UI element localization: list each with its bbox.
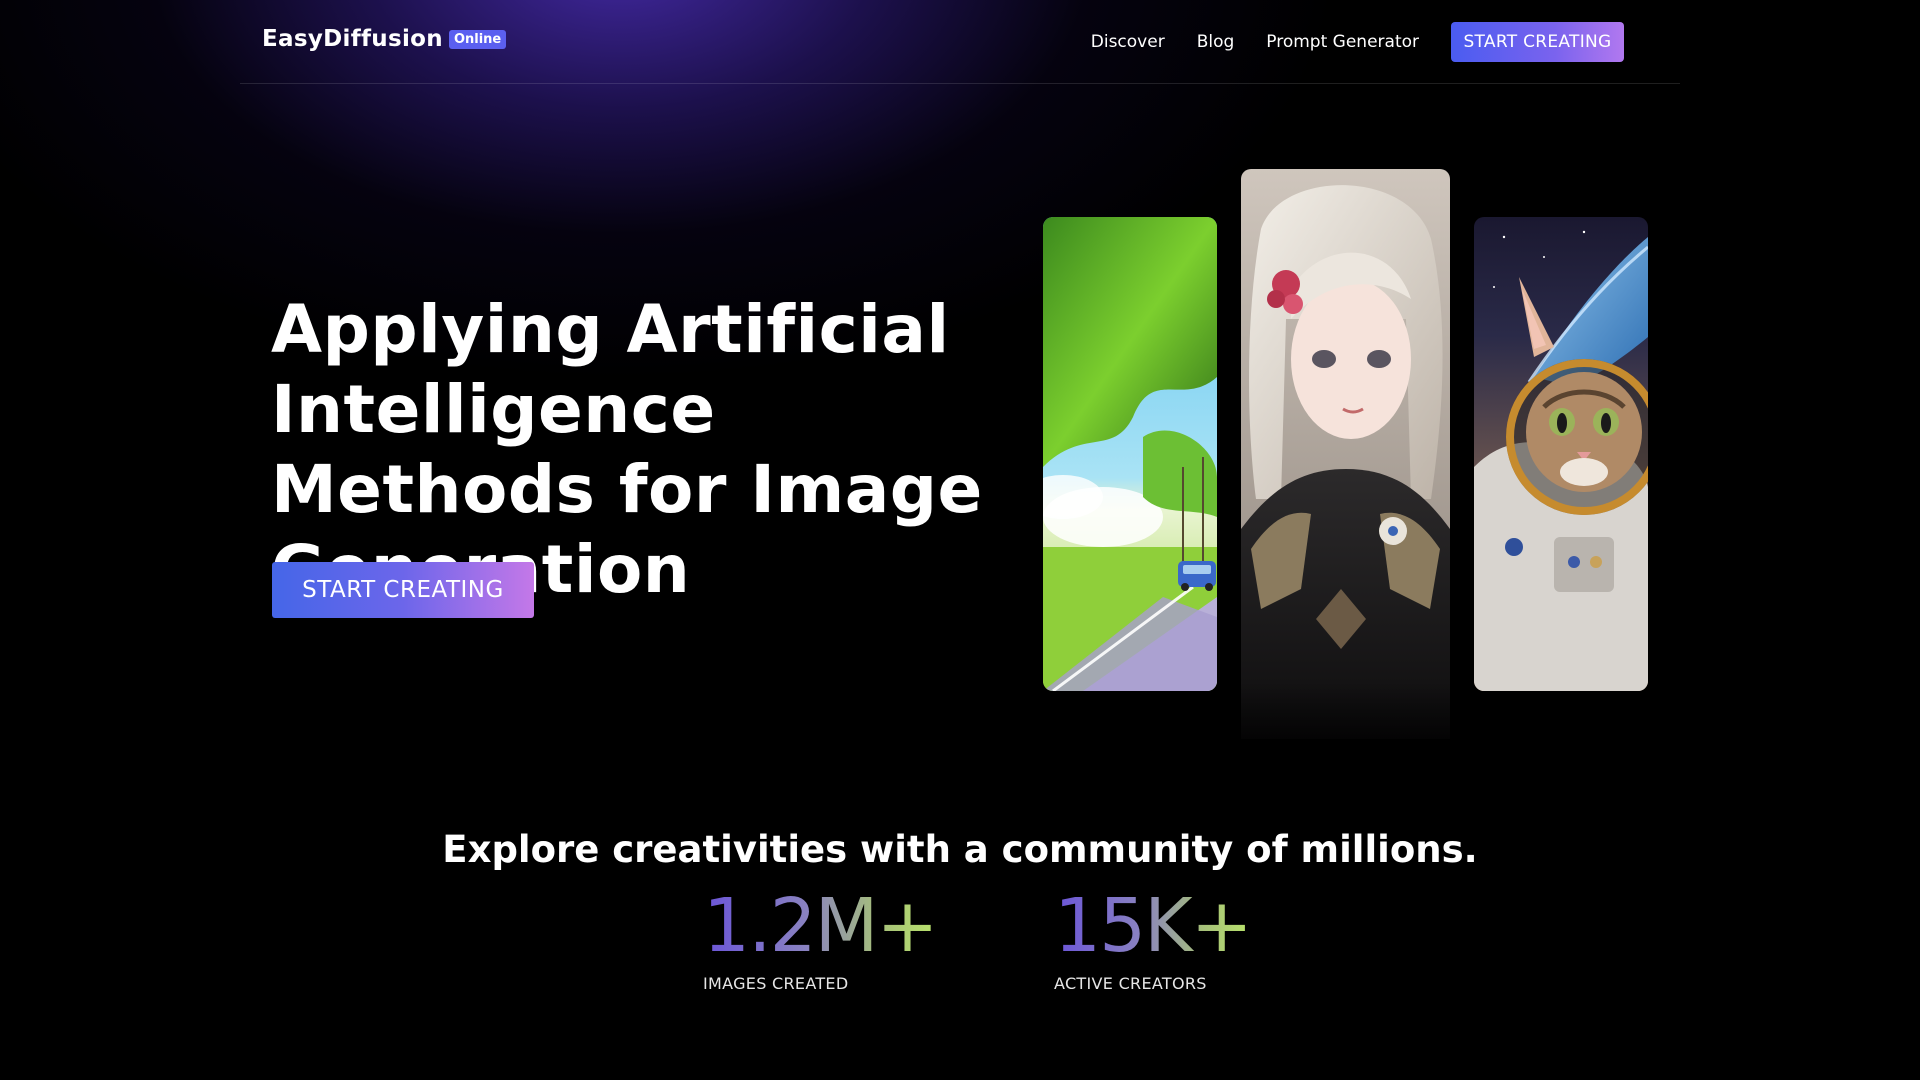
hero-start-creating-button[interactable]: START CREATING — [272, 562, 534, 618]
main-nav: Discover Blog Prompt Generator START CRE… — [1059, 22, 1624, 62]
stat-label: ACTIVE CREATORS — [1054, 974, 1207, 993]
nav-link-blog[interactable]: Blog — [1197, 32, 1235, 52]
stat-images-created: 1.2M+ IMAGES CREATED — [703, 883, 939, 993]
stat-active-creators: 15K+ ACTIVE CREATORS — [1054, 883, 1253, 993]
anime-road-landscape-image — [1043, 217, 1217, 691]
nav-link-prompt-generator[interactable]: Prompt Generator — [1266, 32, 1419, 52]
stat-value: 15K+ — [1054, 883, 1253, 969]
anime-girl-portrait-image — [1241, 169, 1450, 739]
logo[interactable]: EasyDiffusion Online — [262, 26, 507, 52]
stat-value: 1.2M+ — [703, 883, 939, 969]
stat-label: IMAGES CREATED — [703, 974, 849, 993]
astronaut-cat-image — [1474, 217, 1648, 691]
community-title: Explore creativities with a community of… — [442, 828, 1478, 871]
logo-badge: Online — [448, 29, 507, 49]
logo-text: EasyDiffusion — [262, 26, 443, 52]
site-header: EasyDiffusion Online Discover Blog Promp… — [240, 0, 1680, 84]
nav-link-discover[interactable]: Discover — [1091, 32, 1165, 52]
header-start-creating-button[interactable]: START CREATING — [1451, 22, 1624, 62]
